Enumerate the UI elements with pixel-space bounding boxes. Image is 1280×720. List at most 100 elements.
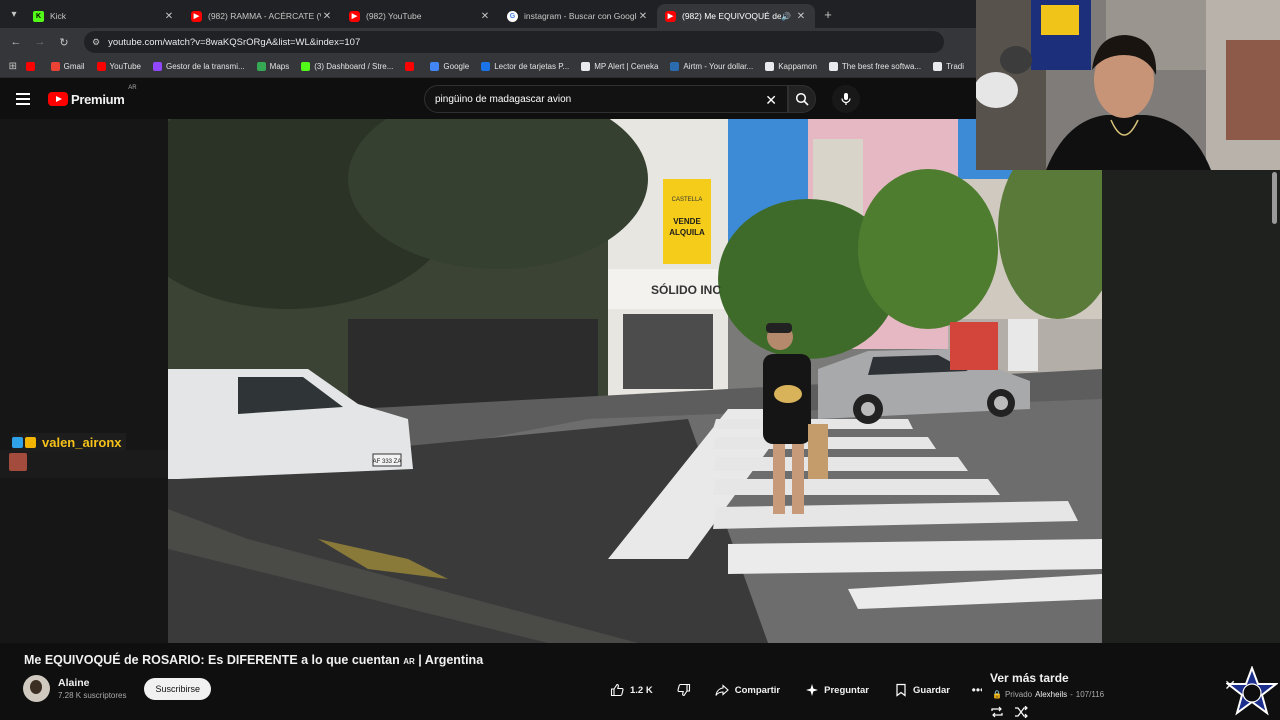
bookmark-label: Kappamon: [778, 62, 817, 71]
playlist-title[interactable]: Ver más tarde: [990, 671, 1069, 685]
share-button[interactable]: Compartir: [705, 678, 790, 702]
microphone-icon: [841, 93, 851, 105]
bookmark-favicon-icon: [933, 62, 943, 71]
scrollbar-thumb[interactable]: [1272, 172, 1277, 224]
flag-code: AR: [403, 657, 415, 666]
like-button[interactable]: 1.2 K: [600, 678, 663, 702]
video-player[interactable]: AF 333 ZA CASTELLA VENDE ALQUILA SÓLIDO …: [168, 119, 1102, 643]
browser-tab-youtube[interactable]: ▶ (982) YouTube ✕: [341, 4, 499, 28]
subscribe-button[interactable]: Suscribirse: [144, 677, 211, 700]
share-icon: [715, 684, 729, 696]
youtube-icon: ▶: [665, 10, 676, 22]
apps-grid-icon[interactable]: ⊞: [0, 61, 26, 72]
playlist-owner[interactable]: Alexheils: [1035, 690, 1067, 699]
subscriber-count: 7.28 K suscriptores: [58, 691, 127, 700]
bookmark-item[interactable]: Lector de tarjetas P...: [481, 62, 569, 71]
crown-badge-icon: [25, 436, 36, 448]
bookmark-favicon-icon: [581, 62, 591, 71]
bookmark-item[interactable]: [25, 62, 39, 71]
realestate-sign-line2: ALQUILA: [669, 228, 705, 237]
like-count: 1.2 K: [630, 684, 653, 696]
menu-icon[interactable]: [16, 93, 32, 105]
close-tab-icon[interactable]: ✕: [795, 11, 807, 22]
clear-search-icon[interactable]: ✕: [765, 92, 777, 109]
video-title: Me EQUIVOQUÉ de ROSARIO: Es DIFERENTE a …: [24, 653, 483, 667]
youtube-play-icon: [48, 92, 68, 106]
video-title-tail: | Argentina: [418, 653, 484, 667]
youtube-icon: ▶: [191, 10, 202, 22]
search-icon: [795, 92, 809, 106]
sparkle-icon: [806, 684, 819, 696]
store-sign: SÓLIDO INC: [651, 282, 721, 297]
playlist-privacy: Privado: [1004, 690, 1033, 699]
bookmark-favicon-icon: [96, 62, 106, 71]
bookmark-favicon-icon: [765, 62, 775, 71]
close-tab-icon[interactable]: ✕: [637, 11, 649, 22]
new-tab-icon[interactable]: +: [819, 7, 837, 22]
bookmark-item[interactable]: Maps: [256, 62, 290, 71]
search-input[interactable]: pingüino de madagascar avion ✕: [424, 85, 788, 113]
lock-icon: 🔒: [992, 690, 1002, 699]
tab-title: Kick: [50, 11, 67, 21]
playlist-position: 107/116: [1075, 690, 1105, 699]
url-bar[interactable]: ⚙ youtube.com/watch?v=8waKQSrORgA&list=W…: [84, 31, 944, 53]
bookmark-item[interactable]: The best free softwa...: [828, 62, 921, 71]
webcam-feed: [976, 0, 1280, 170]
bookmark-label: Gestor de la transmi...: [165, 62, 245, 71]
loop-icon[interactable]: [990, 706, 1004, 718]
bookmark-label: Maps: [269, 62, 290, 71]
bookmark-item[interactable]: YouTube: [96, 62, 141, 71]
dislike-button[interactable]: [669, 678, 699, 702]
browser-tab-current-video[interactable]: ▶ (982) Me EQUIVOQUÉ de R 🔊 ✕: [657, 4, 815, 28]
chat-overlay-user: valen_aironx: [12, 433, 126, 451]
channel-name[interactable]: Alaine: [58, 677, 126, 689]
bookmark-favicon-icon: [301, 62, 311, 71]
search-query: pingüino de madagascar avion: [435, 93, 572, 105]
bookmark-icon: [896, 683, 906, 697]
browser-tab-kick[interactable]: K Kick ✕: [25, 4, 183, 28]
browser-tab-google[interactable]: G instagram - Buscar con Google ✕: [499, 4, 657, 28]
left-letterbox: [0, 119, 168, 643]
shuffle-icon[interactable]: [1014, 706, 1028, 718]
bookmark-favicon-icon: [25, 62, 35, 71]
bookmark-label: Lector de tarjetas P...: [494, 62, 570, 71]
reload-icon[interactable]: ↻: [52, 36, 76, 49]
close-tab-icon[interactable]: ✕: [479, 11, 491, 22]
voice-search-button[interactable]: [832, 85, 860, 113]
bookmark-favicon-icon: [152, 62, 162, 71]
stream-overlay-logo: [1226, 666, 1278, 716]
bookmark-favicon-icon: [670, 62, 680, 71]
youtube-premium-logo[interactable]: Premium AR: [48, 85, 137, 107]
search-button[interactable]: [788, 85, 816, 113]
bookmark-item[interactable]: Airtm - Your dollar...: [670, 62, 753, 71]
bookmark-item[interactable]: Gestor de la transmi...: [152, 62, 245, 71]
tab-search-dropdown-icon[interactable]: ▾: [3, 3, 25, 25]
channel-avatar[interactable]: [23, 675, 50, 702]
bookmark-item[interactable]: Tradi: [933, 62, 964, 71]
site-settings-icon[interactable]: ⚙: [92, 37, 100, 48]
back-icon[interactable]: ←: [4, 36, 28, 48]
close-tab-icon[interactable]: ✕: [163, 11, 175, 22]
bookmark-list: Gmail YouTube Gestor de la transmi... Maps (…: [25, 62, 976, 71]
bookmark-item[interactable]: (3) Dashboard / Stre...: [301, 62, 393, 71]
playlist-separator: -: [1070, 690, 1073, 699]
bookmark-item[interactable]: [405, 62, 418, 71]
youtube-header: Premium AR pingüino de madagascar avion …: [0, 79, 976, 119]
bookmark-item[interactable]: MP Alert | Ceneka: [581, 62, 658, 71]
bookmark-item[interactable]: Kappamon: [765, 62, 817, 71]
bookmark-item[interactable]: Gmail: [50, 62, 85, 71]
bookmark-label: Tradi: [946, 62, 964, 71]
close-tab-icon[interactable]: ✕: [321, 11, 333, 22]
chat-emote-icon: [9, 453, 27, 471]
streamer-webcam: [976, 0, 1280, 170]
bookmark-item[interactable]: Google: [430, 62, 469, 71]
ask-button[interactable]: Preguntar: [796, 678, 879, 702]
channel-meta: Alaine 7.28 K suscriptores: [58, 677, 126, 700]
save-button[interactable]: Guardar: [885, 678, 960, 702]
bookmark-label: MP Alert | Ceneka: [594, 62, 659, 71]
forward-icon[interactable]: →: [28, 36, 52, 48]
browser-tab-ramma[interactable]: ▶ (982) RAMMA - ACÉRCATE (Vis ✕: [183, 4, 341, 28]
bookmark-label: Gmail: [63, 62, 85, 71]
bookmark-label: Airtm - Your dollar...: [683, 62, 754, 71]
speaker-icon[interactable]: 🔊: [781, 12, 791, 21]
